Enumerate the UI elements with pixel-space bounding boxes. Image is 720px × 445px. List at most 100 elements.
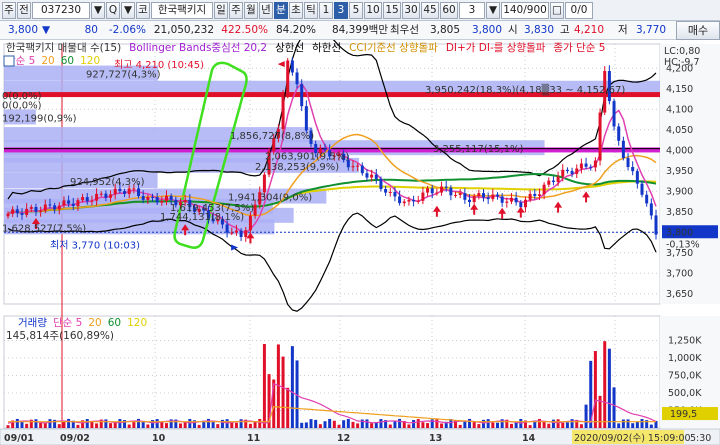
volume-profile-label-11: 1,744,131(8,1%): [160, 212, 244, 223]
candle-body-62: [295, 72, 299, 85]
toolbar-item-9[interactable]: 주: [229, 2, 243, 19]
price-change: 80: [84, 24, 98, 36]
candle-body-124: [584, 163, 588, 167]
toolbar-item-6[interactable]: 코: [136, 2, 150, 19]
candle-body-110: [519, 202, 523, 208]
toolbar-item-25[interactable]: 140/900: [501, 2, 549, 19]
volume-profile-label-12: 1,628,527(7,5%): [2, 223, 86, 234]
candle-body-14: [71, 203, 75, 206]
volume-tick-0: 1,250K: [668, 336, 702, 347]
candle-body-122: [575, 168, 579, 174]
volume-bar-93: [440, 423, 444, 428]
candle-body-28: [137, 188, 141, 197]
volume-bar-82: [388, 424, 392, 428]
toolbar-item-16[interactable]: 3: [334, 2, 348, 19]
toolbar-item-3[interactable]: ▼: [91, 2, 105, 19]
toolbar-item-1[interactable]: 전: [17, 2, 31, 19]
toolbar-item-17[interactable]: 5: [349, 2, 363, 19]
candle-body-92: [435, 192, 439, 194]
time-label-2: 10: [152, 433, 166, 444]
volume-bar-72: [342, 420, 346, 428]
toolbar-item-18[interactable]: 10: [364, 2, 382, 19]
toolbar-item-4[interactable]: Q: [106, 2, 120, 19]
toolbar-item-27[interactable]: 0/0: [565, 2, 593, 19]
toolbar-item-7[interactable]: 한국팩키지: [151, 2, 213, 19]
volume-tick-1: 1,000K: [668, 353, 702, 364]
volume-bar-0: [6, 425, 10, 428]
volume-bar-112: [528, 425, 532, 428]
volume-bar-121: [570, 419, 574, 428]
candle-body-80: [379, 178, 383, 190]
volume-bar-117: [551, 419, 555, 428]
volume-bar-48: [230, 422, 234, 428]
volume-bar-119: [561, 422, 565, 428]
volume-profile-label-0: 927,727(4,3%): [86, 70, 161, 81]
toolbar-item-21[interactable]: 45: [421, 2, 439, 19]
volume-bar-75: [356, 423, 360, 428]
legend-dmi: DI+가 DI-를 상향돌파: [446, 42, 546, 54]
volume-bar-98: [463, 420, 467, 428]
volume-bar-41: [197, 424, 201, 428]
candle-body-26: [127, 188, 131, 194]
volume-bar-45: [216, 424, 220, 428]
volume-bar-101: [477, 424, 481, 428]
price-axis: 4,2004,1504,1004,0504,0003,9503,9003,850…: [660, 44, 720, 428]
volume-bar-54: [258, 418, 262, 428]
legend-ma-1: 20: [41, 55, 54, 67]
toolbar-item-11[interactable]: 년: [259, 2, 273, 19]
trade-volume: 21,050,232: [153, 24, 214, 36]
low-annotation: 최저 3,770 (10:03): [50, 240, 140, 252]
toolbar-item-14[interactable]: 틱: [304, 2, 318, 19]
current-price: 3,800: [7, 24, 38, 36]
legend-ma-2: 60: [61, 55, 74, 67]
volume-bar-84: [398, 418, 402, 428]
turnover-ratio: 84.20%: [275, 24, 316, 36]
toolbar-item-13[interactable]: 초: [289, 2, 303, 19]
volume-bar-26: [127, 424, 131, 428]
candle-body-18: [90, 200, 94, 202]
volume-bar-64: [304, 422, 308, 428]
candle-body-5: [29, 207, 33, 209]
candle-body-112: [528, 193, 532, 200]
candle-body-48: [230, 232, 234, 234]
candle-body-88: [416, 200, 420, 202]
toolbar-item-26[interactable]: □: [550, 2, 564, 19]
low-price: 3,770: [635, 24, 666, 36]
toolbar-item-22[interactable]: 60: [440, 2, 458, 19]
toolbar-item-20[interactable]: 30: [402, 2, 420, 19]
toolbar-item-12[interactable]: 분: [274, 2, 288, 19]
candle-body-2: [15, 209, 19, 214]
candle-body-95: [449, 187, 453, 196]
candle-body-102: [482, 193, 486, 198]
down-arrow-icon: ▼: [42, 24, 51, 36]
candle-body-79: [374, 174, 378, 179]
toolbar-item-2[interactable]: 037230: [32, 2, 90, 19]
candle-body-52: [248, 215, 252, 231]
toolbar-item-23[interactable]: 3: [459, 2, 485, 19]
corner-lc: LC:0,80: [664, 46, 700, 57]
volume-bar-132: [621, 419, 625, 428]
candle-body-125: [589, 166, 593, 168]
toolbar-item-19[interactable]: 15: [383, 2, 401, 19]
candle-body-107: [505, 201, 509, 203]
volume-bar-17: [85, 418, 89, 428]
volume-tick-3: 500,0K: [668, 388, 702, 399]
toolbar-item-24[interactable]: ▼: [486, 2, 500, 19]
toolbar-item-0[interactable]: 주: [2, 2, 16, 19]
candle-body-93: [440, 186, 444, 193]
candle-body-77: [365, 173, 369, 178]
candle-body-101: [477, 193, 481, 197]
candle-body-59: [281, 95, 285, 130]
time-label-0: 09/01: [4, 433, 34, 444]
candle-body-20: [99, 193, 103, 195]
toolbar-item-10[interactable]: 월: [244, 2, 258, 19]
volume-bar-63: [300, 422, 304, 428]
volume-tick-2: 750,0K: [668, 371, 702, 382]
toolbar-item-5[interactable]: ▼: [121, 2, 135, 19]
volume-bar-61: [290, 346, 294, 428]
toolbar-item-8[interactable]: 일: [214, 2, 228, 19]
side-button-0[interactable]: 매수: [676, 21, 720, 40]
candle-body-85: [402, 201, 406, 204]
volume-bar-105: [495, 422, 499, 428]
toolbar-item-15[interactable]: 1: [319, 2, 333, 19]
